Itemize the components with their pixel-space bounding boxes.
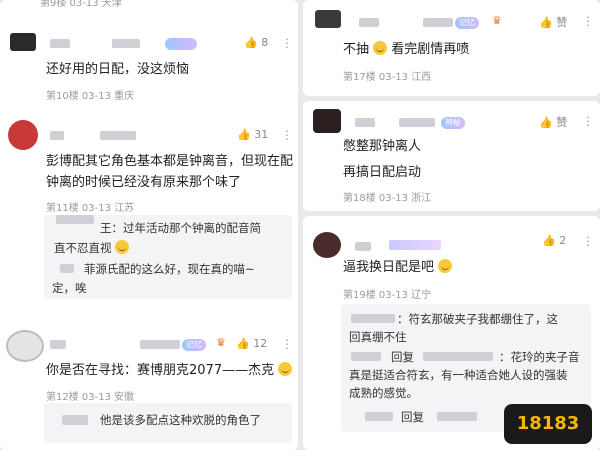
thumb-up-icon: 👍: [539, 16, 553, 29]
smile-emoji-icon: [278, 362, 293, 376]
comment-text: 你是否在寻找：赛博朋克2077——杰克: [46, 361, 293, 381]
like-button[interactable]: 👍 赞: [539, 14, 567, 30]
like-count: 12: [253, 337, 268, 350]
like-count: 31: [254, 128, 269, 141]
more-dots-icon[interactable]: ⋮: [281, 128, 293, 142]
more-dots-icon[interactable]: ⋮: [582, 114, 594, 128]
crown-icon: ♛: [492, 14, 502, 27]
smile-emoji-icon: [373, 41, 388, 55]
like-button[interactable]: 👍 12: [236, 337, 267, 350]
reply-text-cont: 成熟的感觉。: [349, 386, 418, 400]
thumb-up-icon: 👍: [539, 116, 553, 129]
username-blurred: [112, 39, 140, 48]
avatar[interactable]: [10, 33, 36, 51]
user-badge: 记忆: [182, 339, 206, 351]
thumb-up-icon: 👍: [236, 337, 250, 350]
reply-text: ：花玲的夹子音: [499, 350, 580, 364]
like-button[interactable]: 👍 2: [542, 234, 566, 247]
comment-meta: 第12楼 03-13 安徽: [46, 392, 135, 403]
reply-text: 菲源氏配的这么好，现在真的喵~: [84, 262, 255, 276]
reply-text-cont: 真是挺适合符玄，有一种适合她人设的强装: [349, 368, 568, 382]
comment-meta: 第17楼 03-13 江西: [343, 72, 432, 83]
more-dots-icon[interactable]: ⋮: [582, 14, 594, 28]
comment-text-line1: 彭博配其它角色基本都是钟离音，但现在配: [46, 154, 294, 169]
avatar[interactable]: [8, 120, 38, 150]
thumb-up-icon: 👍: [244, 36, 258, 49]
comment-text: 逼我换日配是吧: [343, 258, 453, 278]
site-logo: 18183: [504, 404, 592, 444]
like-button[interactable]: 👍 8: [244, 36, 268, 49]
reply-text: 王：过年活动那个钟离的配音简: [100, 221, 261, 235]
smile-emoji-icon: [115, 240, 130, 254]
right-comment-card-1: 记忆 ♛ 👍 赞 ⋮ 不抽 看完剧情再喷 第17楼 03-13 江西: [303, 0, 600, 96]
username-blurred: [62, 415, 88, 425]
reply-label: 回复: [391, 350, 414, 364]
avatar[interactable]: [313, 232, 341, 258]
username-blurred: [423, 18, 453, 27]
username-blurred: [437, 412, 477, 421]
right-comment-card-2: 神秘 👍 赞 ⋮ 憋整那钟离人 再搞日配启动 第18楼 03-13 浙江: [303, 101, 600, 211]
crown-icon: ♛: [216, 336, 226, 349]
comment-meta: 第18楼 03-13 浙江: [343, 193, 432, 204]
user-badge: [165, 38, 197, 50]
comment-meta: 第11楼 03-13 江苏: [46, 203, 135, 214]
user-badge: 神秘: [441, 117, 465, 129]
comment-text: 不抽 看完剧情再喷: [343, 41, 470, 57]
smile-emoji-icon: [438, 259, 453, 273]
username-blurred: [351, 352, 381, 361]
reply-text: ：符玄那破夹子我都绷住了，这: [397, 312, 558, 326]
like-label: 赞: [556, 116, 568, 129]
comment-meta: 第10楼 03-13 重庆: [46, 91, 135, 102]
username-blurred: [399, 118, 435, 127]
comment-text-line2: 钟离的时候已经没有原来那个味了: [46, 175, 242, 190]
like-count: 2: [559, 234, 567, 247]
user-badge: 记忆: [455, 17, 479, 29]
left-comment-card: 第9楼 03-13 天津 👍 8 ⋮ 还好用的日配，没这烦恼 第10楼 03-1…: [0, 0, 298, 450]
avatar[interactable]: [6, 330, 44, 362]
username-blurred: [355, 118, 375, 127]
username-blurred: [140, 340, 180, 349]
more-dots-icon[interactable]: ⋮: [281, 337, 293, 351]
username-blurred: [50, 39, 70, 48]
reply-text-cont: 定，唉: [52, 281, 87, 295]
username-blurred: [389, 240, 441, 250]
username-blurred: [359, 18, 379, 27]
username-blurred: [365, 412, 393, 421]
like-button[interactable]: 👍 赞: [539, 114, 567, 130]
like-button[interactable]: 👍 31: [237, 128, 268, 141]
reply-text: 他是该多配点这种欢脱的角色了: [100, 413, 261, 427]
avatar[interactable]: [313, 109, 341, 133]
username-blurred: [423, 352, 493, 361]
thumb-up-icon: 👍: [237, 128, 251, 141]
username-blurred: [60, 264, 74, 273]
username-blurred: [50, 131, 64, 140]
username-blurred: [50, 340, 66, 349]
comment-text: 还好用的日配，没这烦恼: [46, 62, 190, 77]
like-count: 8: [261, 36, 269, 49]
comment-text-line1: 憋整那钟离人: [343, 139, 422, 154]
avatar[interactable]: [315, 10, 341, 28]
more-dots-icon[interactable]: ⋮: [281, 36, 293, 50]
floor-meta: 第9楼 03-13 天津: [40, 0, 122, 9]
username-blurred: [100, 131, 136, 140]
username-blurred: [355, 242, 371, 251]
comment-text-line2: 再搞日配启动: [343, 165, 422, 180]
reply-label: 回复: [401, 410, 424, 424]
reply-box[interactable]: 他是该多配点这种欢脱的角色了: [44, 403, 292, 443]
like-label: 赞: [556, 16, 568, 29]
comment-meta: 第19楼 03-13 辽宁: [343, 290, 432, 301]
reply-text-cont: 回真绷不住: [349, 330, 407, 344]
username-blurred: [351, 314, 395, 323]
reply-text-cont: 直不忍直视: [54, 239, 130, 257]
thumb-up-icon: 👍: [542, 234, 556, 247]
reply-box[interactable]: 王：过年活动那个钟离的配音简 直不忍直视 菲源氏配的这么好，现在真的喵~ 定，唉: [44, 215, 292, 299]
more-dots-icon[interactable]: ⋮: [582, 234, 594, 248]
username-blurred: [56, 215, 94, 224]
